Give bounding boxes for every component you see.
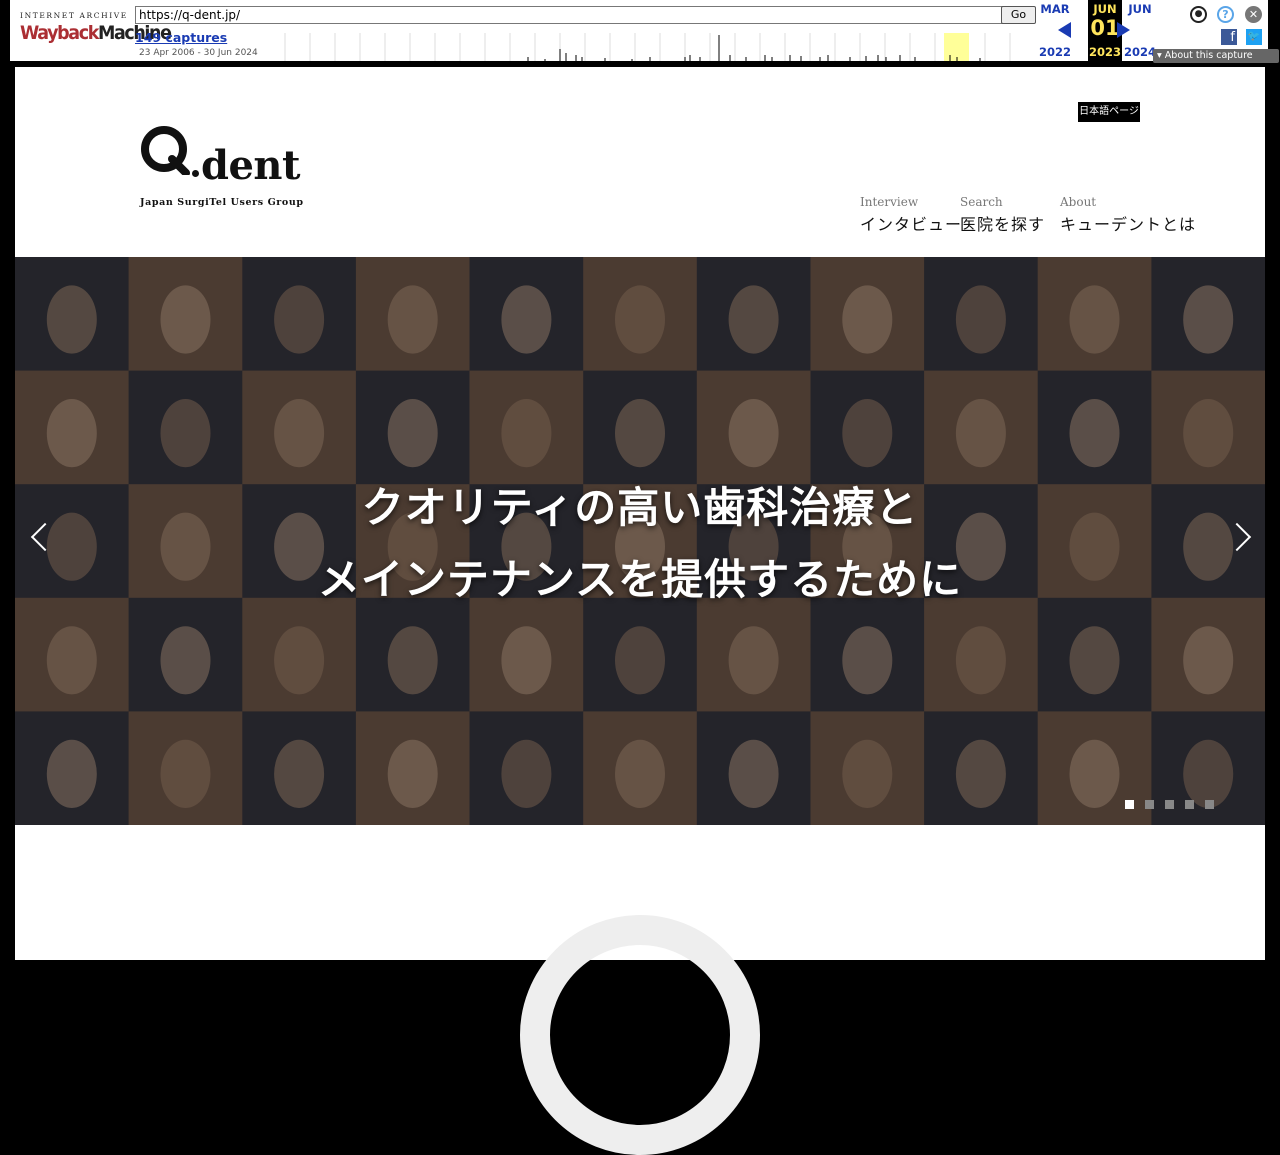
nav-interview-en: Interview — [860, 195, 919, 209]
user-icon[interactable]: ● — [1190, 6, 1207, 23]
caret-down-icon: ▾ — [1157, 50, 1165, 61]
nav-about-jp: キューデントとは — [1060, 215, 1197, 234]
prev-year-label: 2022 — [1038, 45, 1071, 59]
current-month-label: JUN — [1093, 2, 1117, 16]
hero-headline: クオリティの高い歯科治療と メインテナンスを提供するために — [15, 472, 1265, 616]
capture-sparkline[interactable] — [260, 33, 1035, 61]
logo-tagline: Japan SurgiTel Users Group — [140, 197, 304, 208]
next-year-label: 2024 — [1123, 45, 1156, 59]
twitter-icon[interactable]: 🐦 — [1246, 29, 1262, 45]
about-capture-button[interactable]: ▾ About this capture — [1153, 49, 1279, 63]
go-button[interactable]: Go — [1001, 6, 1036, 24]
captures-link[interactable]: 149 captures — [135, 30, 227, 45]
prev-month-label: MAR — [1040, 2, 1070, 16]
capture-date-range: 23 Apr 2006 - 30 Jun 2024 — [139, 48, 258, 58]
url-input[interactable]: https://q-dent.jp/ — [135, 6, 1003, 24]
help-icon[interactable]: ? — [1217, 6, 1234, 23]
slider-dot[interactable] — [1205, 800, 1214, 809]
nav-interview[interactable]: Interview インタビュー — [860, 195, 962, 235]
decorative-circle — [520, 915, 760, 1155]
slider-dot[interactable] — [1185, 800, 1194, 809]
slider-dot[interactable] — [1125, 800, 1134, 809]
current-year-label: 2023 — [1088, 45, 1121, 59]
slider-dot[interactable] — [1165, 800, 1174, 809]
wayback-toolbar: INTERNET ARCHIVE WaybackMachine https://… — [10, 0, 1279, 64]
hero-line-2: メインテナンスを提供するために — [317, 555, 963, 604]
nav-about[interactable]: About キューデントとは — [1060, 195, 1196, 235]
next-capture-arrow-icon[interactable] — [1117, 22, 1130, 38]
logo-wayback: Wayback — [20, 22, 99, 44]
slider-dot[interactable] — [1145, 800, 1154, 809]
hero-line-1: クオリティの高い歯科治療と — [361, 483, 919, 532]
nav-search[interactable]: Search 医院を探す — [960, 195, 1045, 235]
nav-search-jp: 医院を探す — [960, 215, 1046, 234]
language-button[interactable]: 日本語ページ — [1078, 102, 1140, 122]
next-month-label: JUN — [1128, 2, 1152, 16]
about-capture-label: About this capture — [1164, 50, 1253, 61]
site-page: 日本語ページ dent Japan SurgiTel Users Group I… — [15, 67, 1265, 1155]
site-logo[interactable]: dent Japan SurgiTel Users Group — [140, 125, 320, 215]
close-icon[interactable]: ✕ — [1245, 6, 1262, 23]
slider-pagination — [1125, 794, 1225, 809]
hero-slider: クオリティの高い歯科治療と メインテナンスを提供するために — [15, 257, 1265, 825]
logo-internet-archive: INTERNET ARCHIVE — [20, 11, 128, 20]
wayback-logo[interactable]: INTERNET ARCHIVE WaybackMachine — [18, 8, 172, 52]
logo-word: dent — [201, 142, 300, 189]
facebook-icon[interactable]: f — [1221, 29, 1237, 45]
nav-about-en: About — [1060, 195, 1097, 209]
logo-q-mark-icon — [141, 126, 190, 175]
logo-dot — [192, 170, 199, 177]
nav-search-en: Search — [960, 195, 1003, 209]
prev-capture-arrow-icon[interactable] — [1058, 22, 1071, 38]
nav-interview-jp: インタビュー — [860, 215, 963, 234]
